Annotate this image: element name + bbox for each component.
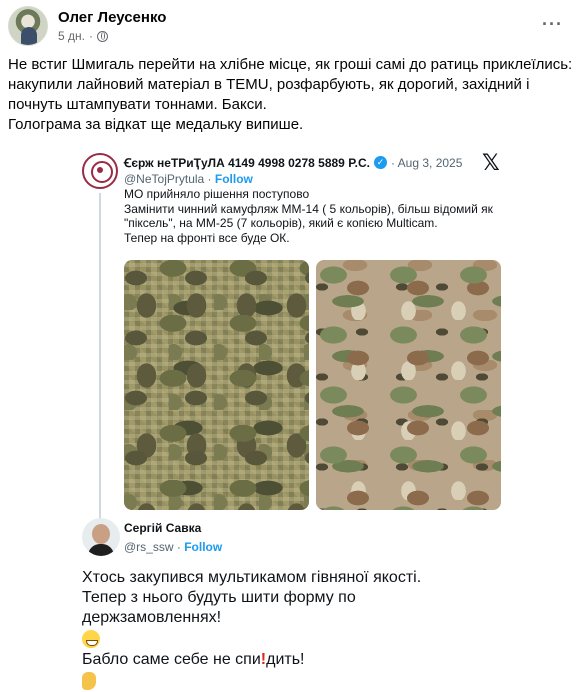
reply-author-name: Сергій Савка xyxy=(124,521,202,535)
pixel-camo-image xyxy=(124,260,309,510)
globe-icon xyxy=(96,30,108,42)
post-time[interactable]: 5 дн. xyxy=(58,29,85,43)
tweet-author-line: Ꞓєрж неТРиҬуЛА 4149 4998 0278 5889 P.C. … xyxy=(124,154,462,171)
post-text-line: Не встиг Шмигаль перейти на хлібне місце… xyxy=(8,56,573,113)
reply-follow-link: Follow xyxy=(184,540,223,554)
reply-follow-separator: · xyxy=(173,540,185,554)
tweet-author-name: Ꞓєрж неТРиҬуЛА 4149 4998 0278 5889 P.C. xyxy=(124,156,370,170)
reply-line: держзамовленнях! xyxy=(82,609,222,626)
tweet-body-line: Тепер на фронті все буде ОК. xyxy=(124,230,290,245)
grinning-face-emoji xyxy=(82,630,100,648)
thumbs-up-emoji xyxy=(82,672,96,690)
reply-line: Тепер з нього будуть шити форму по xyxy=(82,589,356,606)
tweet-author-logo xyxy=(82,153,118,189)
reply-handle: @rs_ssw xyxy=(124,540,174,554)
author-avatar[interactable] xyxy=(8,6,48,46)
reply-line-part: дить! xyxy=(266,651,305,668)
reply-body: Хтось закупився мультикамом гівняної яко… xyxy=(82,568,522,692)
tweet-handle: @NeTojPrytula xyxy=(124,172,205,186)
post-text: Не встиг Шмигаль перейти на хлібне місце… xyxy=(8,55,573,135)
author-name[interactable]: Олег Леусенко xyxy=(58,9,166,26)
post-meta: 5 дн. · xyxy=(58,29,108,43)
reply-line: Бабло саме себе не спи!дить! xyxy=(82,650,522,670)
thread-line xyxy=(99,193,101,523)
post-image[interactable]: Ꞓєрж неТРиҬуЛА 4149 4998 0278 5889 P.C. … xyxy=(0,143,577,692)
tweet-handle-line: @NeTojPrytula · Follow xyxy=(124,172,253,186)
post-text-line: Голограма за відкат ще медальку випише. xyxy=(8,116,304,133)
multicam-camo-image xyxy=(316,260,501,510)
x-logo-icon: 𝕏 xyxy=(482,151,500,176)
tweet-date: · Aug 3, 2025 xyxy=(391,155,463,170)
meta-separator: · xyxy=(88,29,93,43)
reply-author-avatar xyxy=(82,518,120,556)
tweet-follow-separator: · xyxy=(204,172,215,186)
tweet-body-line: "піксель", на ММ-25 (7 кольорів), який є… xyxy=(124,216,438,230)
more-options-icon[interactable]: ··· xyxy=(542,14,563,35)
reply-line-part: Бабло саме себе не спи xyxy=(82,651,261,668)
tweet-body: МО прийняло рішення поступово Замінити ч… xyxy=(124,187,519,245)
reply-line: Хтось закупився мультикамом гівняної яко… xyxy=(82,569,422,586)
tweet-body-line: Замінити чинний камуфляж ММ-14 ( 5 кольо… xyxy=(124,201,493,216)
tweet-body-line: МО прийняло рішення поступово xyxy=(124,187,310,201)
verified-badge-icon: ✓ xyxy=(374,156,387,169)
post-header: Олег Леусенко 5 дн. · ··· xyxy=(8,6,569,48)
reply-handle-line: @rs_ssw · Follow xyxy=(124,540,222,554)
tweet-follow-link: Follow xyxy=(214,172,253,186)
